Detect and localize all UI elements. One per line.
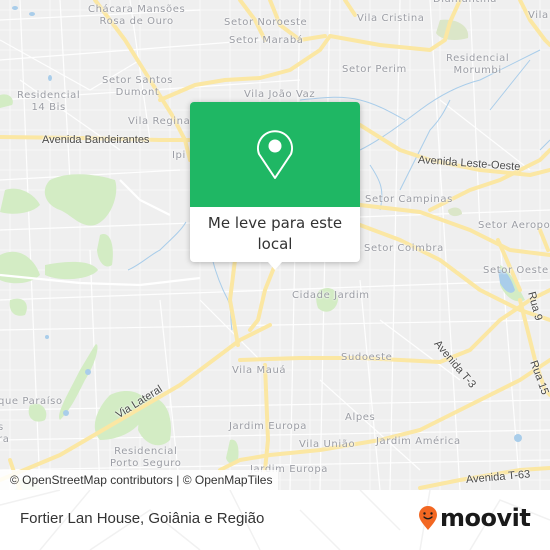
popup-pointer — [268, 262, 282, 270]
moovit-logo[interactable]: moovit — [418, 503, 531, 533]
moovit-wordmark: moovit — [440, 504, 531, 532]
place-label-cidade-jardim: Cidade Jardim — [292, 290, 370, 301]
place-label-alpes: Alpes — [345, 412, 376, 423]
road-label-avenida-bandeirantes: Avenida Bandeirantes — [42, 134, 150, 146]
place-label-chacara-mansoes: Chácara Mansões Rosa de Ouro — [88, 4, 186, 27]
place-label-setor-coimbra: Setor Coimbra — [364, 243, 444, 254]
place-label-jardim-america: Jardim América — [376, 436, 461, 447]
place-label-ipiranga: Ipi — [172, 150, 186, 161]
take-me-here-label[interactable]: Me leve para este local — [190, 207, 360, 255]
place-label-setor-perim: Setor Perim — [342, 64, 407, 75]
place-label-residencial-porto-seguro: Residencial Porto Seguro — [110, 446, 182, 469]
place-label-sudoeste: Sudoeste — [341, 352, 393, 363]
place-label-setor-campinas: Setor Campinas — [365, 194, 453, 205]
place-label-vila-uniao: Vila União — [299, 439, 356, 450]
place-label-residencial-14-bis: Residencial 14 Bis — [17, 90, 81, 113]
place-label-vila-cristina: Vila Cristina — [357, 13, 425, 24]
place-label-residencial-morumbi: Residencial Morumbi — [446, 53, 510, 76]
place-label-setor-maraba: Setor Marabá — [229, 35, 304, 46]
place-label-setor-santos-dumont: Setor Santos Dumont — [102, 75, 174, 98]
location-popup: Me leve para este local — [190, 102, 360, 270]
map-pin-icon — [257, 129, 293, 179]
place-label-diamantina: Diamantina — [433, 0, 497, 6]
take-me-here-button[interactable] — [190, 102, 360, 207]
place-label-jardim-europa: Jardim Europa — [229, 421, 308, 432]
footer-bar: Fortier Lan House, Goiânia e Região moov… — [0, 490, 550, 550]
place-label-setor-oeste: Setor Oeste — [483, 265, 549, 276]
map-view[interactable]: Chácara Mansões Rosa de Ouro Setor Noroe… — [0, 0, 550, 490]
moovit-smiley-pin-icon — [419, 506, 437, 530]
place-label-setor-aeroporto: Setor Aeropo — [478, 220, 550, 231]
place-label-vila-regina: Vila Regina — [128, 116, 191, 127]
map-attribution[interactable]: © OpenStreetMap contributors | © OpenMap… — [0, 470, 279, 490]
place-label-parque-paraiso: que Paraíso — [0, 396, 63, 407]
place-title: Fortier Lan House, Goiânia e Região — [20, 510, 265, 527]
place-label-partial: s ra — [0, 422, 10, 445]
place-label-setor-noroeste: Setor Noroeste — [224, 17, 308, 28]
place-label-vila-maua: Vila Mauá — [232, 365, 287, 376]
place-label-vila-ne: Vila — [528, 10, 549, 21]
place-label-vila-joao-vaz: Vila João Vaz — [244, 89, 316, 100]
